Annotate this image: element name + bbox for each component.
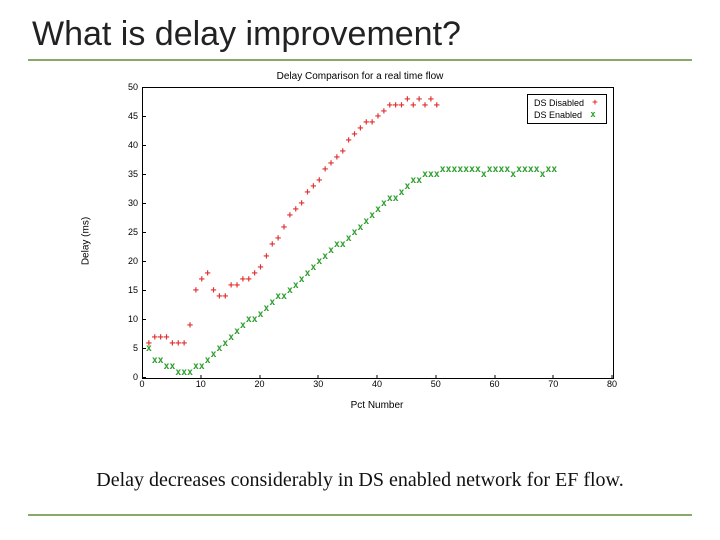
y-tick: 30 <box>108 198 138 208</box>
data-point: + <box>222 292 228 302</box>
y-tick: 15 <box>108 285 138 295</box>
title-block: What is delay improvement? <box>28 16 692 61</box>
slide: What is delay improvement? Delay Compari… <box>0 0 720 540</box>
legend-label-ds-disabled: DS Disabled <box>534 97 584 109</box>
y-tick: 40 <box>108 140 138 150</box>
chart-title: Delay Comparison for a real time flow <box>80 71 640 85</box>
data-point: + <box>181 339 187 349</box>
x-tick: 0 <box>139 379 144 389</box>
y-tick: 5 <box>108 343 138 353</box>
legend-label-ds-enabled: DS Enabled <box>534 109 582 121</box>
y-tick: 0 <box>108 372 138 382</box>
x-tick: 20 <box>254 379 264 389</box>
caption: Delay decreases considerably in DS enabl… <box>0 469 720 492</box>
plus-icon: + <box>590 97 600 109</box>
y-tick: 10 <box>108 314 138 324</box>
x-tick: 50 <box>431 379 441 389</box>
y-tick: 35 <box>108 169 138 179</box>
data-point: + <box>299 199 305 209</box>
data-point: + <box>187 321 193 331</box>
chart: Delay Comparison for a real time flow DS… <box>80 71 640 411</box>
data-point: + <box>434 101 440 111</box>
y-tick: 50 <box>108 82 138 92</box>
footer-divider <box>28 514 692 516</box>
x-tick: 80 <box>607 379 617 389</box>
x-tick: 30 <box>313 379 323 389</box>
data-point: x <box>551 165 557 175</box>
y-tick: 20 <box>108 256 138 266</box>
y-tick: 45 <box>108 111 138 121</box>
data-point: + <box>281 223 287 233</box>
x-axis-label: Pct Number <box>142 400 612 411</box>
data-point: + <box>257 263 263 273</box>
legend: DS Disabled + DS Enabled x <box>527 94 607 124</box>
x-tick: 40 <box>372 379 382 389</box>
x-tick: 60 <box>489 379 499 389</box>
data-point: + <box>193 286 199 296</box>
plot-area: DS Disabled + DS Enabled x +++++++++++++… <box>142 87 614 379</box>
data-point: + <box>205 269 211 279</box>
page-title: What is delay improvement? <box>32 16 692 53</box>
legend-row-ds-disabled: DS Disabled + <box>534 97 600 109</box>
x-tick: 10 <box>196 379 206 389</box>
data-point: + <box>263 252 269 262</box>
data-point: x <box>146 344 152 354</box>
y-tick: 25 <box>108 227 138 237</box>
legend-row-ds-enabled: DS Enabled x <box>534 109 600 121</box>
cross-icon: x <box>588 109 598 121</box>
x-tick: 70 <box>548 379 558 389</box>
data-point: + <box>340 147 346 157</box>
data-point: + <box>316 176 322 186</box>
y-axis-label: Delay (ms) <box>81 217 92 265</box>
data-point: + <box>275 234 281 244</box>
